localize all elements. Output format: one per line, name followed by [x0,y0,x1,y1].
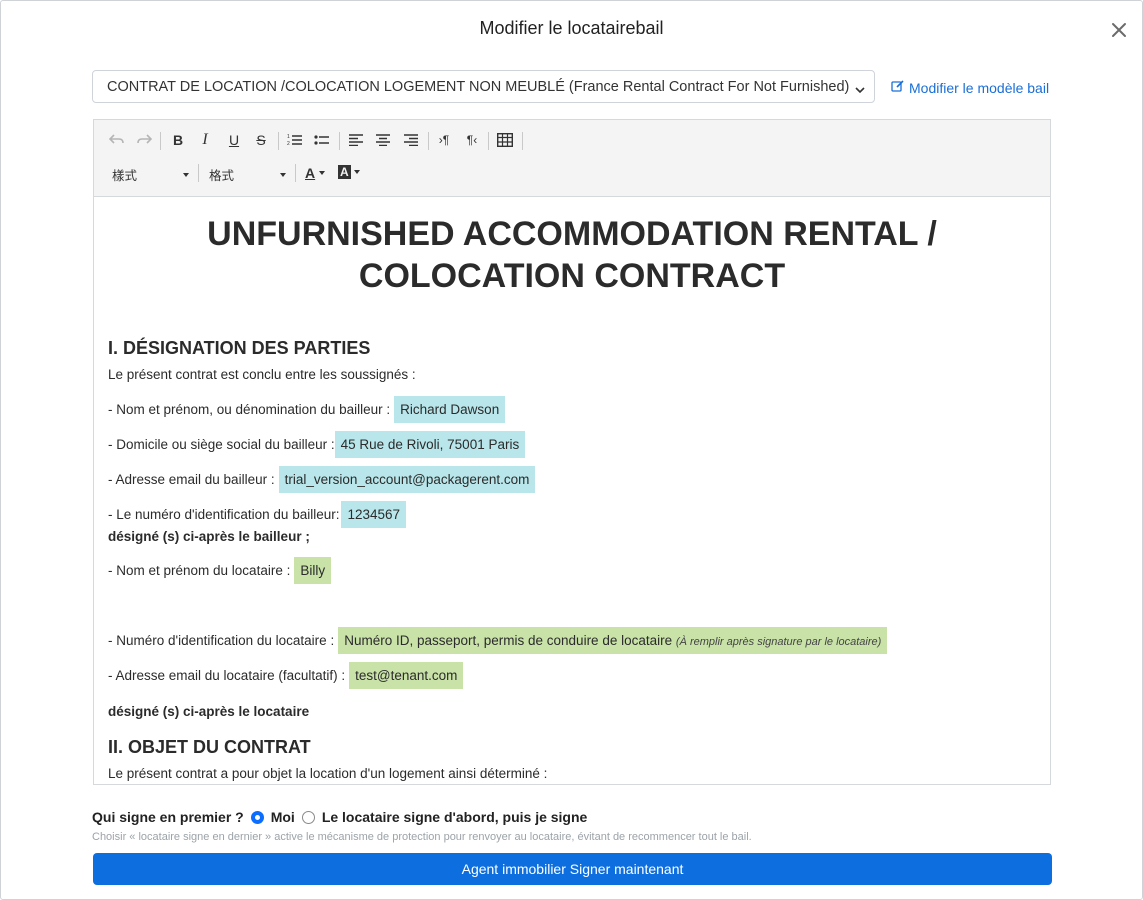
document-title: UNFURNISHED ACCOMMODATION RENTAL / COLOC… [207,215,937,295]
style-dropdown-label: 樣式 [112,169,138,183]
edit-template-label: Modifier le modèle bail [909,79,1050,96]
landlord-address-row: - Domicile ou siège social du bailleur :… [108,431,526,458]
tenant-email-row: - Adresse email du locataire (facultatif… [108,662,464,689]
chevron-down-icon [280,172,287,177]
chevron-down-icon [319,171,326,175]
close-icon[interactable] [1108,19,1130,41]
editor-toolbar: B I U S 12 ›¶ ¶‹ 樣式 格式 A A [94,120,1050,197]
signing-order-question: Qui signe en premier ? [92,809,244,825]
redo-icon[interactable] [132,128,156,152]
chevron-down-icon [183,172,190,177]
rich-text-editor: B I U S 12 ›¶ ¶‹ 樣式 格式 A A UNFURNISHED A… [93,119,1051,785]
landlord-id-row: - Le numéro d'identification du bailleur… [108,501,407,528]
text-color-button[interactable]: A [305,165,326,181]
svg-text:1: 1 [287,134,290,140]
table-icon[interactable] [493,128,517,152]
numbered-list-icon[interactable]: 12 [283,128,307,152]
background-color-button[interactable]: A [338,165,360,179]
strikethrough-icon[interactable]: S [249,128,273,152]
modal-title: Modifier le locatairebail [479,18,664,38]
template-select-value: CONTRAT DE LOCATION /COLOCATION LOGEMENT… [107,79,850,95]
svg-text:2: 2 [287,141,290,147]
landlord-email-field[interactable]: trial_version_account@packagerent.com [278,466,536,493]
chevron-down-icon [353,170,360,174]
align-center-icon[interactable] [371,128,395,152]
tenant-name-row: - Nom et prénom du locataire : Billy [108,557,332,584]
italic-icon[interactable]: I [193,128,217,152]
section-heading-object: II. OBJET DU CONTRAT [108,737,311,757]
landlord-name-row: - Nom et prénom, ou dénomination du bail… [108,396,506,423]
editor-content[interactable]: UNFURNISHED ACCOMMODATION RENTAL / COLOC… [94,197,1050,784]
align-right-icon[interactable] [399,128,423,152]
landlord-id-field[interactable]: 1234567 [341,501,407,528]
landlord-email-row: - Adresse email du bailleur : trial_vers… [108,466,536,493]
format-dropdown-label: 格式 [209,169,235,183]
radio-tenant-first[interactable] [301,810,315,824]
edit-lease-modal: Modifier le locatairebail CONTRAT DE LOC… [0,0,1143,900]
object-intro-text: Le présent contrat a pour objet la locat… [108,766,548,781]
signing-hint: Choisir « locataire signe en dernier » a… [92,831,752,843]
intro-text: Le présent contrat est conclu entre les … [108,367,416,382]
tenant-id-field[interactable]: Numéro ID, passeport, permis de conduire… [338,627,888,654]
align-left-icon[interactable] [344,128,368,152]
landlord-designation: désigné (s) ci-après le bailleur ; [108,529,310,544]
sign-now-button[interactable]: Agent immobilier Signer maintenant [93,853,1052,885]
radio-me[interactable] [250,810,264,824]
signing-order-group: Qui signe en premier ? Moi Le locataire … [92,809,587,825]
radio-me-label[interactable]: Moi [271,809,295,825]
ltr-direction-icon[interactable]: ›¶ [432,128,456,152]
edit-template-link[interactable]: Modifier le modèle bail [891,79,1049,96]
bold-icon[interactable]: B [166,128,190,152]
undo-icon[interactable] [105,128,129,152]
tenant-email-field[interactable]: test@tenant.com [349,662,464,689]
rtl-direction-icon[interactable]: ¶‹ [460,128,484,152]
underline-icon[interactable]: U [222,128,246,152]
landlord-address-field[interactable]: 45 Rue de Rivoli, 75001 Paris [334,431,526,458]
chevron-down-icon [854,82,866,100]
template-select[interactable]: CONTRAT DE LOCATION /COLOCATION LOGEMENT… [92,70,875,103]
text-color-icon: A [305,165,316,181]
tenant-id-row: - Numéro d'identification du locataire :… [108,627,888,654]
background-color-icon: A [338,165,351,179]
tenant-designation: désigné (s) ci-après le locataire [108,704,310,719]
format-dropdown[interactable]: 格式 [209,165,287,184]
section-heading-parties: I. DÉSIGNATION DES PARTIES [108,338,371,358]
landlord-name-field[interactable]: Richard Dawson [394,396,506,423]
tenant-name-field[interactable]: Billy [294,557,332,584]
tenant-id-note: (À remplir après signature par le locata… [675,636,882,648]
bullet-list-icon[interactable] [310,128,334,152]
style-dropdown[interactable]: 樣式 [112,165,190,184]
radio-tenant-first-label[interactable]: Le locataire signe d'abord, puis je sign… [322,809,588,825]
edit-square-icon [891,79,905,96]
